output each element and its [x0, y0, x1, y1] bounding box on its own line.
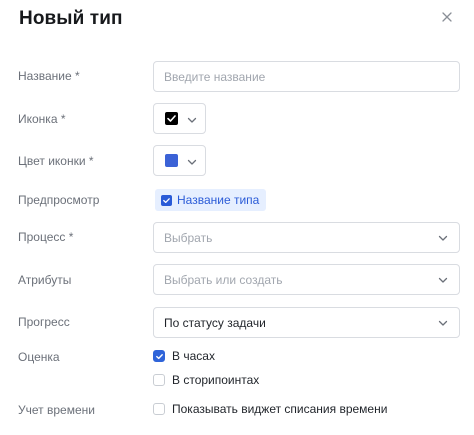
process-placeholder: Выбрать: [164, 230, 213, 245]
checkbox-unchecked[interactable]: [153, 374, 165, 386]
preview-label: Предпросмотр: [18, 193, 100, 207]
name-input[interactable]: Введите название: [153, 61, 460, 92]
time-widget-option[interactable]: Показывать виджет списания времени: [153, 402, 387, 416]
name-placeholder: Введите название: [164, 69, 266, 84]
chevron-down-icon: [437, 274, 449, 286]
process-label: Процесс *: [18, 230, 74, 244]
icon-color-label: Цвет иконки *: [18, 154, 94, 168]
checkbox-icon: [165, 112, 178, 125]
chevron-down-icon: [437, 232, 449, 244]
chevron-down-icon: [186, 155, 198, 167]
estimate-storypoints-option[interactable]: В сторипоинтах: [153, 373, 259, 387]
checkbox-unchecked[interactable]: [153, 403, 165, 415]
progress-value: По статусу задачи: [164, 315, 266, 330]
checkbox-icon: [161, 194, 172, 206]
time-tracking-label: Учет времени: [18, 403, 95, 417]
icon-color-select[interactable]: [153, 145, 206, 176]
process-select[interactable]: Выбрать: [153, 222, 460, 253]
preview-text: Название типа: [177, 193, 260, 207]
name-label: Название *: [18, 69, 80, 83]
estimate-hours-label: В часах: [172, 349, 215, 363]
close-icon[interactable]: [437, 7, 457, 27]
icon-select[interactable]: [153, 103, 206, 134]
chevron-down-icon: [437, 317, 449, 329]
attributes-select[interactable]: Выбрать или создать: [153, 264, 460, 295]
attributes-label: Атрибуты: [18, 273, 72, 287]
type-preview: Название типа: [155, 189, 267, 211]
new-type-dialog: Новый тип Название * Введите название Ик…: [0, 0, 474, 435]
icon-label: Иконка *: [18, 112, 66, 126]
estimate-hours-option[interactable]: В часах: [153, 349, 215, 363]
estimate-label: Оценка: [18, 350, 60, 364]
time-widget-label: Показывать виджет списания времени: [172, 402, 388, 416]
color-swatch: [165, 154, 178, 167]
progress-label: Прогресс: [18, 315, 70, 329]
progress-select[interactable]: По статусу задачи: [153, 307, 460, 338]
attributes-placeholder: Выбрать или создать: [164, 272, 283, 287]
chevron-down-icon: [186, 113, 198, 125]
checkbox-checked[interactable]: [153, 350, 165, 362]
dialog-title: Новый тип: [19, 8, 123, 29]
estimate-storypoints-label: В сторипоинтах: [172, 373, 260, 387]
